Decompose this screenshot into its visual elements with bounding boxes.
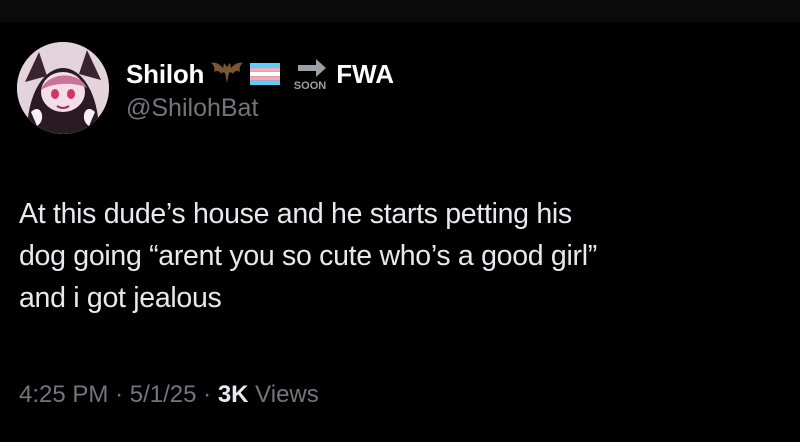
name-suffix[interactable]: FWA xyxy=(336,59,394,90)
tweet-date[interactable]: 5/1/25 xyxy=(130,381,197,408)
top-bar xyxy=(0,0,800,22)
tweet-time[interactable]: 4:25 PM xyxy=(19,381,108,408)
soon-label: SOON xyxy=(294,80,326,91)
meta-separator: · xyxy=(115,381,124,408)
bat-emoji-icon xyxy=(210,59,244,89)
tweet-text-line: At this dude’s house and he starts petti… xyxy=(19,198,572,230)
views-label[interactable]: Views xyxy=(255,381,319,408)
transgender-flag-icon xyxy=(250,63,281,85)
name-row[interactable]: Shiloh SOON FWA xyxy=(126,56,394,92)
views-count[interactable]: 3K xyxy=(218,381,249,408)
tweet-meta: 4:25 PM · 5/1/25 · 3K Views xyxy=(19,381,319,409)
avatar[interactable] xyxy=(17,42,109,134)
soon-arrow-icon: SOON xyxy=(292,57,330,91)
display-name[interactable]: Shiloh xyxy=(126,59,204,90)
tweet-text-line: dog going “arent you so cute who’s a goo… xyxy=(19,240,597,272)
tweet-text-line: and i got jealous xyxy=(19,282,222,314)
avatar-image xyxy=(17,42,109,134)
meta-separator: · xyxy=(203,381,212,408)
tweet-text: At this dude’s house and he starts petti… xyxy=(19,193,779,319)
user-handle[interactable]: @ShilohBat xyxy=(126,94,258,123)
